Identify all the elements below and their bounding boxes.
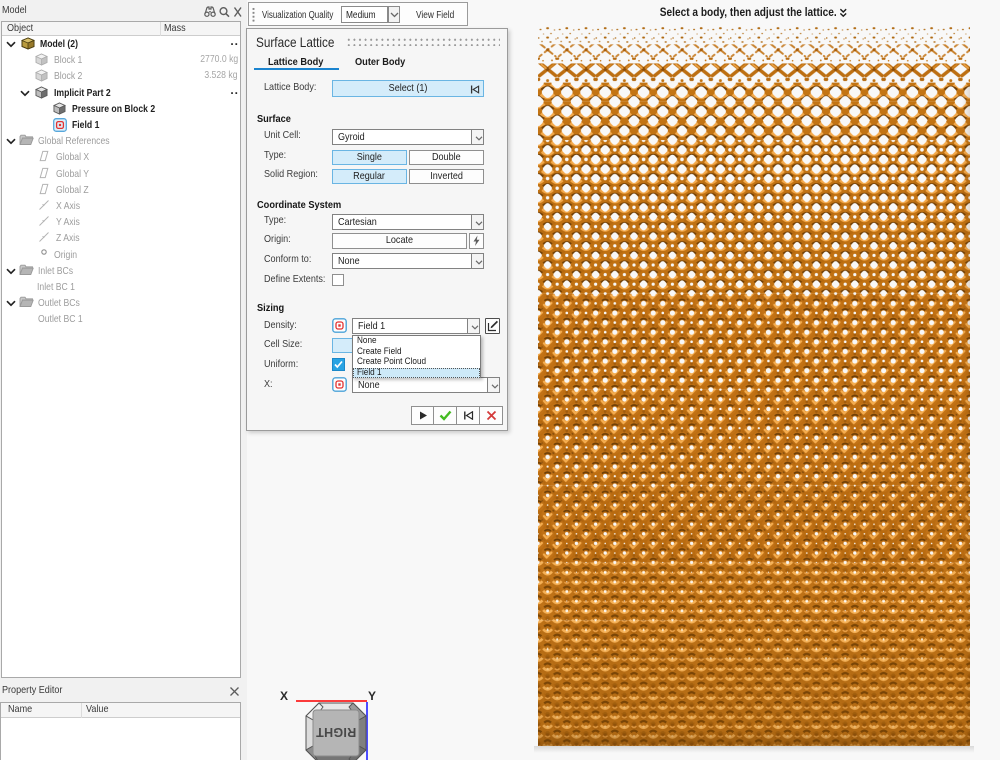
svg-text:RIGHT: RIGHT (316, 725, 356, 739)
